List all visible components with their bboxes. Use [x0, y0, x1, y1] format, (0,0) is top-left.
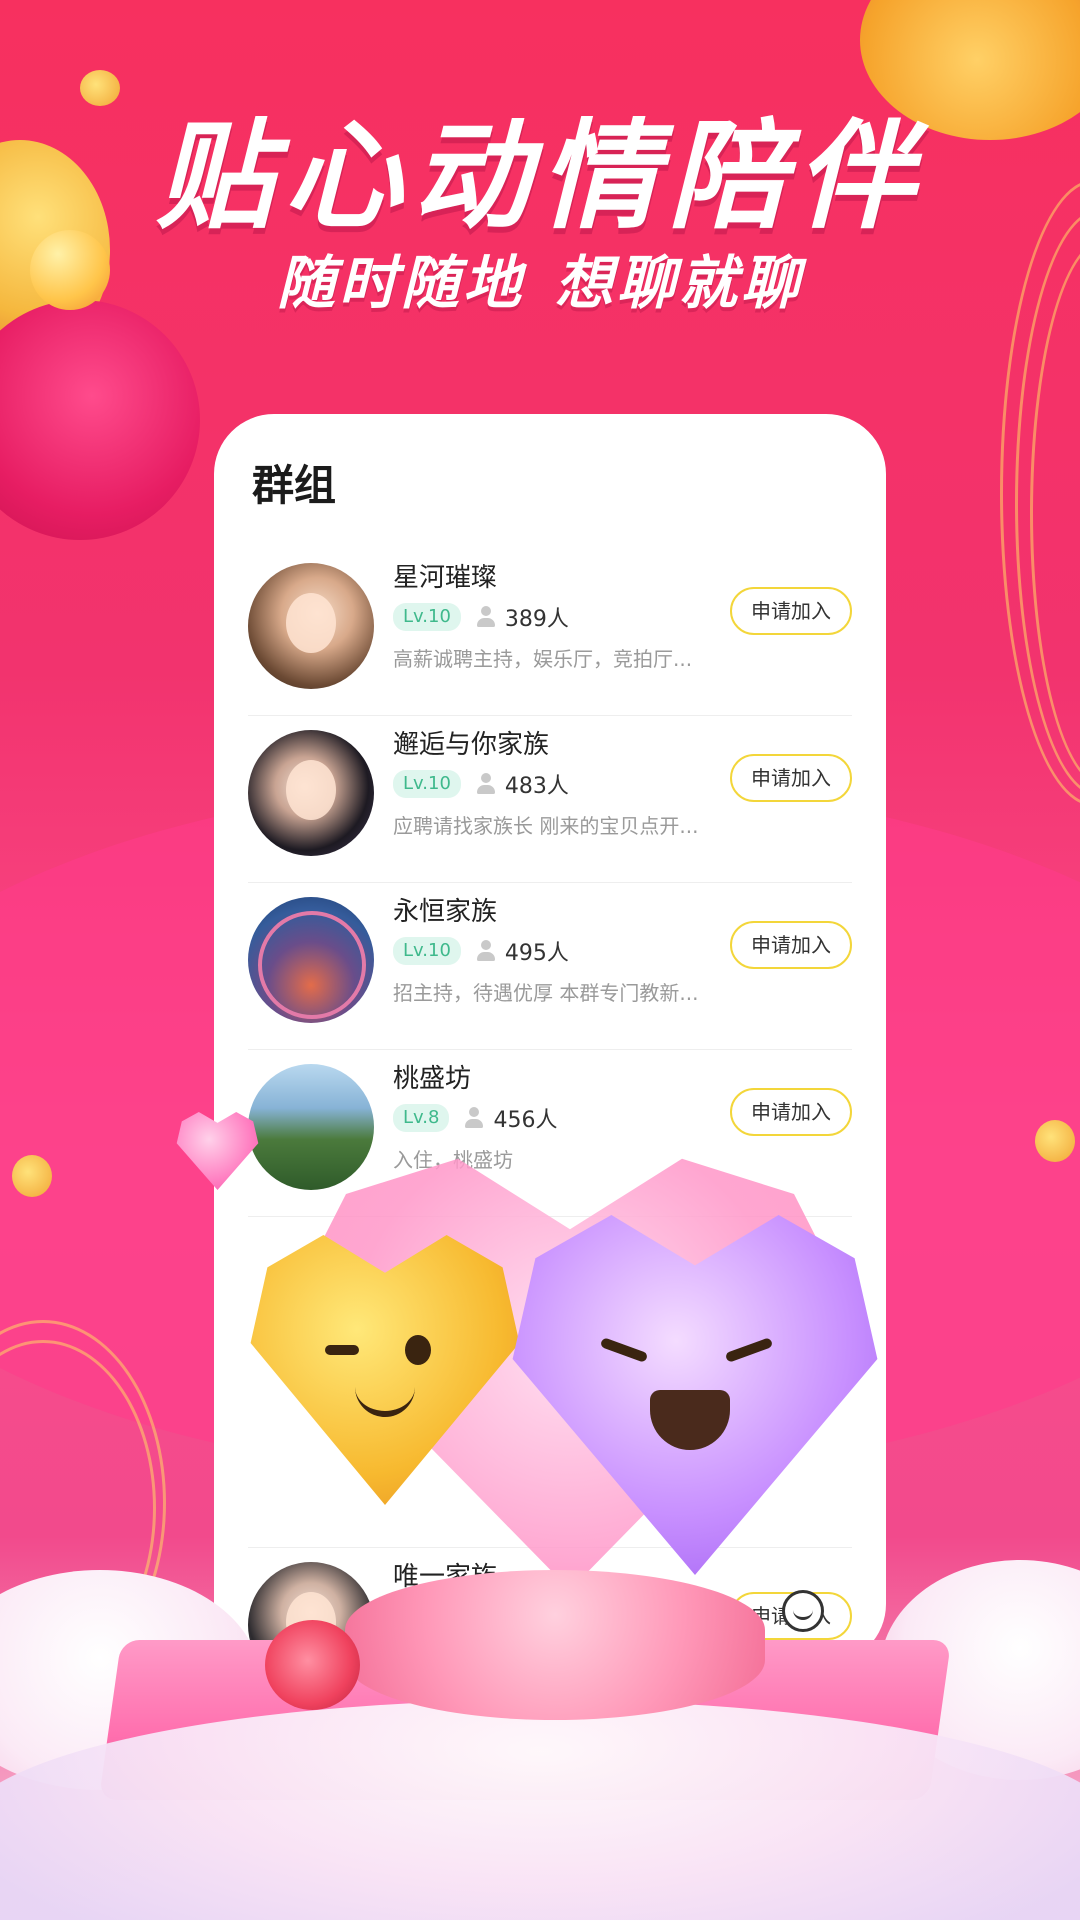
rose-illustration: [265, 1620, 360, 1710]
group-name: 星河璀璨: [393, 563, 498, 593]
group-name: 永恒家族: [393, 897, 498, 927]
member-count: 456人: [493, 1108, 558, 1133]
banner-subline-part1: 随时随地: [276, 249, 525, 317]
gold-ball-decoration: [1035, 1120, 1075, 1162]
level-badge: Lv.10: [393, 603, 461, 631]
group-name: 邂逅与你家族: [393, 730, 550, 760]
member-count: 389人: [504, 607, 569, 632]
pink-ball-decoration: [0, 300, 200, 540]
group-avatar[interactable]: [248, 1064, 374, 1190]
level-badge: Lv.8: [393, 1104, 450, 1132]
promo-page: 贴心动情陪伴 随时随地 想聊就聊 群组 星河璀璨 Lv.10 389人 高薪诚聘主…: [0, 0, 1080, 1920]
group-meta: Lv.10 389人: [393, 601, 569, 633]
group-description: 招主持，待遇优厚 本群专门教新...: [393, 981, 699, 1005]
bowl-illustration: [345, 1570, 765, 1720]
group-item[interactable]: 永恒家族 Lv.10 495人 招主持，待遇优厚 本群专门教新... 申请加入: [248, 883, 852, 1050]
person-icon: [475, 606, 497, 628]
person-icon: [475, 773, 497, 795]
group-avatar[interactable]: [248, 730, 374, 856]
group-avatar[interactable]: [248, 897, 374, 1023]
level-badge: Lv.10: [393, 770, 461, 798]
page-title: 群组: [252, 461, 337, 510]
join-button[interactable]: 申请加入: [730, 587, 852, 635]
group-meta: Lv.10 483人: [393, 768, 569, 800]
join-button[interactable]: 申请加入: [730, 921, 852, 969]
group-item[interactable]: 邂逅与你家族 Lv.10 483人 应聘请找家族长 刚来的宝贝点开... 申请加…: [248, 716, 852, 883]
group-meta: Lv.10 495人: [393, 935, 569, 967]
join-button[interactable]: 申请加入: [730, 1088, 852, 1136]
person-icon: [475, 940, 497, 962]
banner-subline: 随时随地 想聊就聊: [0, 236, 1080, 320]
group-item[interactable]: 星河璀璨 Lv.10 389人 高薪诚聘主持，娱乐厅，竞拍厅... 申请加入: [248, 549, 852, 716]
group-description: 高薪诚聘主持，娱乐厅，竞拍厅...: [393, 647, 693, 671]
level-badge: Lv.10: [393, 937, 461, 965]
group-avatar[interactable]: [248, 563, 374, 689]
member-count: 483人: [504, 774, 569, 799]
person-icon: [463, 1107, 485, 1129]
cloud-decoration: [0, 1700, 1080, 1920]
smile-icon[interactable]: [782, 1590, 824, 1632]
gold-ball-decoration: [12, 1155, 52, 1197]
member-count: 495人: [504, 941, 569, 966]
banner-headline: 贴心动情陪伴: [155, 107, 924, 245]
join-button[interactable]: 申请加入: [730, 754, 852, 802]
group-meta: Lv.8 456人: [393, 1102, 557, 1134]
group-description: 应聘请找家族长 刚来的宝贝点开...: [393, 814, 699, 838]
banner-subline-part2: 想聊就聊: [555, 249, 804, 317]
group-name: 桃盛坊: [393, 1064, 472, 1094]
